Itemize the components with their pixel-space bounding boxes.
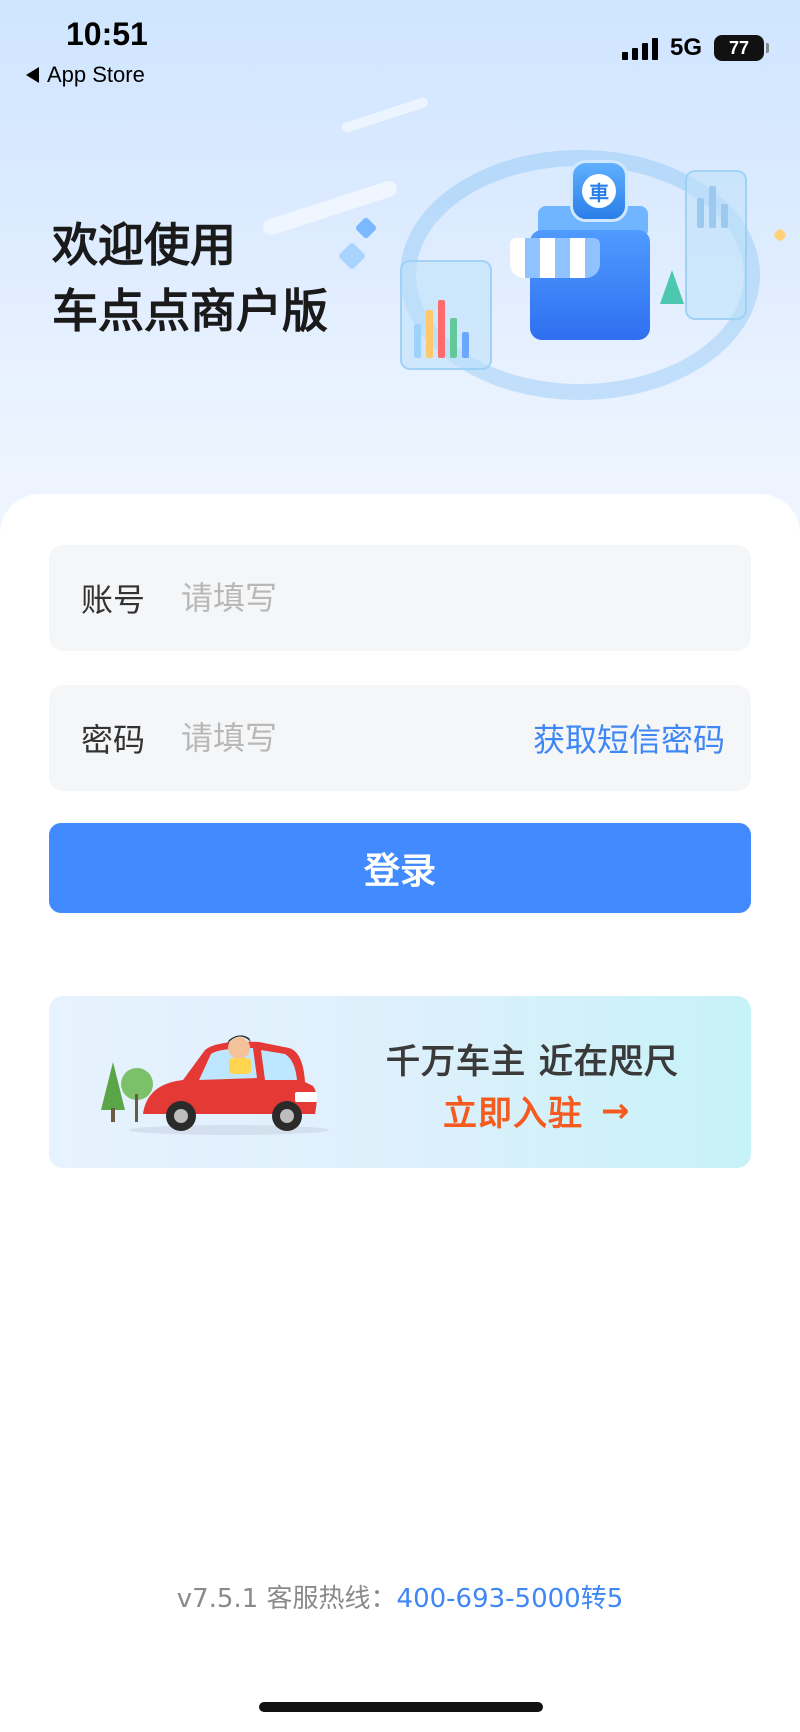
account-input[interactable] [181,573,481,623]
battery-icon: 77 [714,35,769,61]
password-field[interactable]: 密码 获取短信密码 [49,685,751,791]
password-label: 密码 [81,721,146,759]
home-indicator[interactable] [259,1702,543,1712]
cta-label: 立即入驻 [443,1094,583,1134]
get-sms-password-link[interactable]: 获取短信密码 [533,715,725,761]
badge-char: 車 [582,174,616,208]
login-button[interactable]: 登录 [49,823,751,913]
car-illustration-icon [101,1035,329,1135]
banner-title: 千万车主 近在咫尺 [386,1042,679,1082]
footer-info: v7.5.1 客服热线：400-693-5000转5 [0,1578,800,1615]
password-input[interactable] [181,713,481,763]
back-arrow-icon [26,67,39,83]
network-type: 5G [669,34,702,61]
version-and-hotline-label: v7.5.1 客服热线： [176,1584,397,1614]
signal-icon [621,36,658,60]
join-now-cta[interactable]: 立即入驻 → [443,1086,631,1135]
welcome-title: 欢迎使用 车点点商户版 [52,212,328,344]
back-to-app-store[interactable]: App Store [26,62,145,88]
store-illustration: 車 [260,96,800,440]
arrow-right-icon: → [601,1090,631,1131]
welcome-line-2: 车点点商户版 [52,284,328,338]
back-label: App Store [47,62,145,87]
battery-level: 77 [728,37,750,58]
brand-badge-icon: 車 [570,160,628,222]
status-indicators: 5G 77 [621,34,769,62]
status-time: 10:51 [66,16,148,52]
hero-header: 10:51 App Store 5G 77 欢迎使用 车点点商户版 車 [0,0,800,560]
hotline-phone-link[interactable]: 400-693-5000转5 [397,1584,624,1614]
merchant-join-banner[interactable]: 千万车主 近在咫尺 立即入驻 → [49,996,751,1168]
account-field[interactable]: 账号 [49,545,751,651]
account-label: 账号 [81,581,146,619]
